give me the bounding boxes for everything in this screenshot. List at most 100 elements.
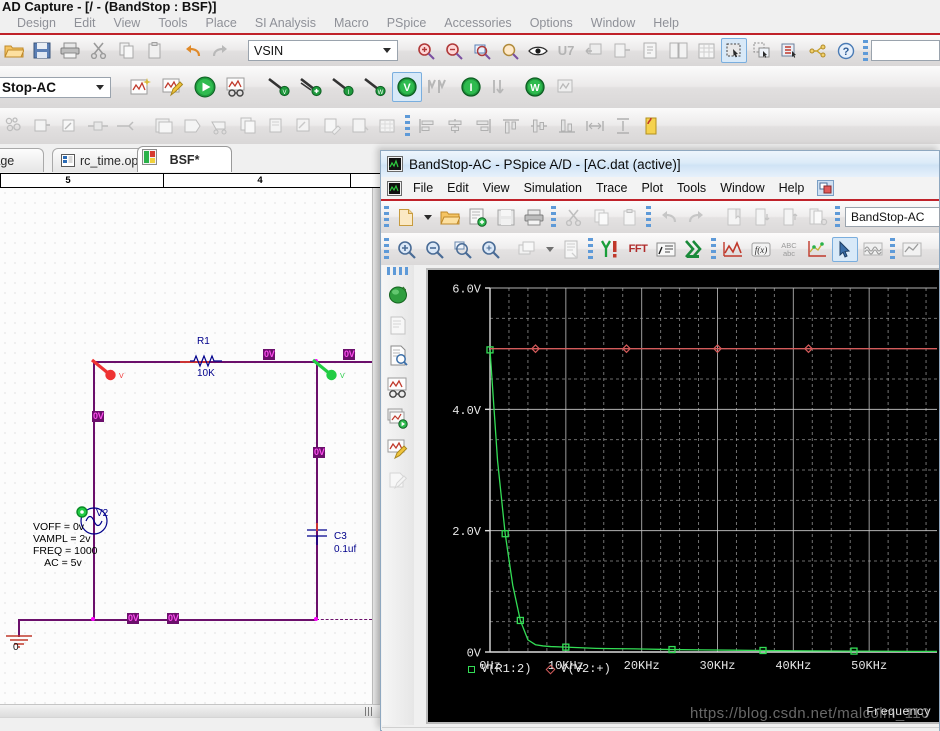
- descend-hierarchy-icon[interactable]: [581, 38, 607, 63]
- pspice-profile-combo[interactable]: BandStop-AC: [845, 207, 940, 227]
- spreadsheet-icon[interactable]: [693, 38, 719, 63]
- chevron-down-icon[interactable]: [383, 48, 391, 53]
- pspice-menu-tools[interactable]: Tools: [670, 177, 713, 199]
- new-page-icon[interactable]: [637, 38, 663, 63]
- cut-icon[interactable]: [560, 205, 586, 230]
- power-dissipation-marker-icon[interactable]: W: [520, 72, 550, 102]
- menu-item-pspice[interactable]: PSpice: [378, 14, 436, 33]
- source-parameters-v2[interactable]: VOFF = 0v VAMPL = 2v FREQ = 1000 AC = 5v: [33, 521, 98, 569]
- redo-icon[interactable]: [683, 205, 709, 230]
- menu-item-accessories[interactable]: Accessories: [435, 14, 520, 33]
- undo-icon[interactable]: [179, 38, 205, 63]
- net-voltage-label[interactable]: 0V: [263, 349, 276, 360]
- help-icon[interactable]: ?: [833, 38, 859, 63]
- net-voltage-label[interactable]: 0V: [343, 349, 356, 360]
- align-top-icon[interactable]: [498, 114, 524, 139]
- add-trace-icon[interactable]: [720, 237, 746, 262]
- menu-item-macro[interactable]: Macro: [325, 14, 378, 33]
- excel-icon[interactable]: [681, 237, 707, 262]
- schematic-canvas[interactable]: R1 10K C3 0.1uf V2 VOFF = 0v VAMPL = 2v …: [0, 188, 372, 704]
- save-icon[interactable]: [493, 205, 519, 230]
- pspice-menu-help[interactable]: Help: [772, 177, 812, 199]
- pspice-title-bar[interactable]: BandStop-AC - PSpice A/D - [AC.dat (acti…: [381, 151, 939, 177]
- run-simulation-icon[interactable]: [384, 279, 412, 309]
- zoom-fit-icon[interactable]: [477, 237, 503, 262]
- menu-item-help[interactable]: Help: [644, 14, 688, 33]
- log-file-icon[interactable]: [558, 237, 584, 262]
- voltage-level-marker-icon[interactable]: V: [392, 72, 422, 102]
- bookmark-icon[interactable]: [638, 114, 664, 139]
- menu-item-edit[interactable]: Edit: [65, 14, 105, 33]
- view-icon[interactable]: [525, 38, 551, 63]
- layout-dropdown-icon[interactable]: [543, 237, 556, 262]
- bookmark-clear-icon[interactable]: [805, 205, 831, 230]
- open-folder-icon[interactable]: [1, 38, 27, 63]
- current-marker-icon[interactable]: I: [328, 72, 358, 102]
- menu-item-window[interactable]: Window: [582, 14, 644, 33]
- probe-plot-area[interactable]: 0V 2.0V 4.0V 6.0V 0Hz 10KHz 20KHz 30KHz 40KHz 50K…: [426, 268, 939, 724]
- zoom-in-icon[interactable]: [413, 38, 439, 63]
- place-note-icon[interactable]: [319, 114, 345, 139]
- component-ref-v2[interactable]: V2: [96, 508, 108, 519]
- save-icon[interactable]: [29, 38, 55, 63]
- current-differential-marker-icon[interactable]: [488, 72, 518, 102]
- component-value-c3[interactable]: 0.1uf: [334, 544, 356, 555]
- output-file-icon[interactable]: [384, 341, 412, 371]
- menu-item-options[interactable]: Options: [521, 14, 582, 33]
- voltage-marker-add-icon[interactable]: [296, 72, 326, 102]
- legend-label-series-1[interactable]: V(V2:+): [560, 662, 610, 676]
- text-label-icon[interactable]: ABC abc: [776, 237, 802, 262]
- pspice-menu-view[interactable]: View: [476, 177, 517, 199]
- wire-left-vertical[interactable]: [93, 361, 95, 620]
- cursor-trace-icon[interactable]: [804, 237, 830, 262]
- simulation-profile-combo[interactable]: Stop-AC: [0, 76, 111, 98]
- distribute-v-icon[interactable]: [610, 114, 636, 139]
- ground-symbol[interactable]: [5, 634, 33, 650]
- current-into-pin-icon[interactable]: I: [456, 72, 486, 102]
- zoom-area-icon[interactable]: [469, 38, 495, 63]
- align-center-h-icon[interactable]: [442, 114, 468, 139]
- voltage-differential-marker-icon[interactable]: [424, 72, 454, 102]
- bookmark-prev-icon[interactable]: [749, 205, 775, 230]
- place-bus-icon[interactable]: [85, 114, 111, 139]
- undo-icon[interactable]: [655, 205, 681, 230]
- zoom-area-icon[interactable]: [449, 237, 475, 262]
- align-middle-icon[interactable]: [526, 114, 552, 139]
- performance-analysis-icon[interactable]: [653, 237, 679, 262]
- probe-plot-svg[interactable]: 0V2.0V4.0V6.0V0Hz 10KHz 20KHz 30KHz 40KHz 50K…: [428, 270, 937, 722]
- new-dropdown-icon[interactable]: [421, 205, 435, 230]
- zoom-out-icon[interactable]: [421, 237, 447, 262]
- component-ref-c3[interactable]: C3: [334, 531, 347, 542]
- view-simulation-results-icon[interactable]: [384, 372, 412, 402]
- schematic-vertical-scrollbar[interactable]: [372, 188, 380, 704]
- copy-region-icon[interactable]: [749, 38, 775, 63]
- place-net-alias-icon[interactable]: [57, 114, 83, 139]
- scroll-grip-icon[interactable]: [365, 707, 374, 716]
- align-right-icon[interactable]: [470, 114, 496, 139]
- part-selector-combo[interactable]: VSIN: [248, 40, 398, 61]
- restore-window-icon[interactable]: [817, 180, 835, 196]
- schematic-horizontal-scrollbar[interactable]: [0, 704, 380, 717]
- view-simulation-queue-icon[interactable]: [384, 403, 412, 433]
- y-axis-icon[interactable]: [597, 237, 623, 262]
- place-table-icon[interactable]: [375, 114, 401, 139]
- capture-extra-combo[interactable]: [871, 40, 940, 61]
- copy-icon[interactable]: [113, 38, 139, 63]
- zoom-in-icon[interactable]: [393, 237, 419, 262]
- select-arrow-icon[interactable]: [832, 236, 858, 262]
- voltage-marker-input[interactable]: V: [90, 358, 128, 390]
- voltage-marker-icon[interactable]: V: [264, 72, 294, 102]
- view-simulation-results-icon[interactable]: [222, 72, 252, 102]
- ground-ref-0[interactable]: 0: [13, 642, 19, 653]
- place-wire-icon[interactable]: [29, 114, 55, 139]
- selection-handle-icon[interactable]: [76, 506, 88, 518]
- layout-icon[interactable]: [515, 237, 541, 262]
- distribute-h-icon[interactable]: [582, 114, 608, 139]
- marker-extra-icon[interactable]: [552, 72, 582, 102]
- append-waveform-icon[interactable]: [465, 205, 491, 230]
- pspice-menu-plot[interactable]: Plot: [634, 177, 670, 199]
- place-offpage-icon[interactable]: [235, 114, 261, 139]
- new-document-icon[interactable]: [393, 205, 419, 230]
- netlist-icon[interactable]: [384, 310, 412, 340]
- redo-icon[interactable]: [207, 38, 233, 63]
